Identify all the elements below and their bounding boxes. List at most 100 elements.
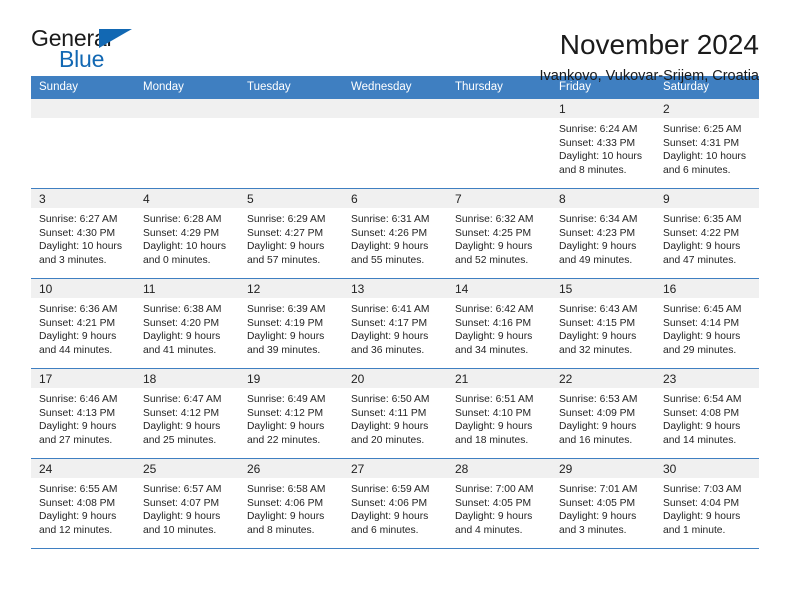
day-number: 26 <box>239 459 343 478</box>
day-sun-info: Sunrise: 6:36 AM Sunset: 4:21 PM Dayligh… <box>39 304 118 356</box>
day-number: 15 <box>551 279 655 298</box>
weekday-thursday: Thursday <box>447 76 551 99</box>
page-title: November 2024 <box>559 29 759 60</box>
day-cell-content: 10 Sunrise: 6:36 AM Sunset: 4:21 PM Dayli… <box>31 279 135 368</box>
calendar-day-cell[interactable]: 8 Sunrise: 6:34 AM Sunset: 4:23 PM Daylig… <box>551 188 655 279</box>
calendar-day-cell[interactable]: 19 Sunrise: 6:49 AM Sunset: 4:12 PM Dayli… <box>239 368 343 459</box>
day-number: 6 <box>343 189 447 208</box>
day-cell-content: 19 Sunrise: 6:49 AM Sunset: 4:12 PM Dayli… <box>239 369 343 458</box>
day-sun-info: Sunrise: 6:45 AM Sunset: 4:14 PM Dayligh… <box>663 304 742 356</box>
day-sun-info: Sunrise: 6:34 AM Sunset: 4:23 PM Dayligh… <box>559 214 638 266</box>
day-sun-info: Sunrise: 6:29 AM Sunset: 4:27 PM Dayligh… <box>247 214 326 266</box>
day-cell-content <box>447 99 551 188</box>
day-number: 18 <box>135 369 239 388</box>
calendar-grid: Sunday Monday Tuesday Wednesday Thursday… <box>31 76 759 549</box>
day-number: 1 <box>551 99 655 118</box>
calendar-day-cell[interactable]: 27 Sunrise: 6:59 AM Sunset: 4:06 PM Dayli… <box>343 458 447 549</box>
calendar-day-cell[interactable]: 22 Sunrise: 6:53 AM Sunset: 4:09 PM Dayli… <box>551 368 655 459</box>
day-sun-info: Sunrise: 6:24 AM Sunset: 4:33 PM Dayligh… <box>559 124 642 176</box>
day-sun-info: Sunrise: 6:55 AM Sunset: 4:08 PM Dayligh… <box>39 484 118 536</box>
calendar-day-cell[interactable]: 18 Sunrise: 6:47 AM Sunset: 4:12 PM Dayli… <box>135 368 239 459</box>
day-cell-content: 17 Sunrise: 6:46 AM Sunset: 4:13 PM Dayli… <box>31 369 135 458</box>
calendar-empty-cell <box>239 99 343 189</box>
day-cell-content <box>135 99 239 188</box>
calendar-day-cell[interactable]: 6 Sunrise: 6:31 AM Sunset: 4:26 PM Daylig… <box>343 188 447 279</box>
calendar-day-cell[interactable]: 1 Sunrise: 6:24 AM Sunset: 4:33 PM Daylig… <box>551 99 655 189</box>
calendar-empty-cell <box>447 99 551 189</box>
day-sun-info: Sunrise: 6:54 AM Sunset: 4:08 PM Dayligh… <box>663 394 742 446</box>
calendar-day-cell[interactable]: 26 Sunrise: 6:58 AM Sunset: 4:06 PM Dayli… <box>239 458 343 549</box>
day-number: 21 <box>447 369 551 388</box>
day-cell-content: 6 Sunrise: 6:31 AM Sunset: 4:26 PM Daylig… <box>343 189 447 278</box>
day-cell-content: 14 Sunrise: 6:42 AM Sunset: 4:16 PM Dayli… <box>447 279 551 368</box>
calendar-day-cell[interactable]: 4 Sunrise: 6:28 AM Sunset: 4:29 PM Daylig… <box>135 188 239 279</box>
calendar-day-cell[interactable]: 12 Sunrise: 6:39 AM Sunset: 4:19 PM Dayli… <box>239 278 343 369</box>
day-cell-content: 8 Sunrise: 6:34 AM Sunset: 4:23 PM Daylig… <box>551 189 655 278</box>
day-number <box>31 99 135 118</box>
calendar-day-cell[interactable]: 15 Sunrise: 6:43 AM Sunset: 4:15 PM Dayli… <box>551 278 655 369</box>
calendar-day-cell[interactable]: 16 Sunrise: 6:45 AM Sunset: 4:14 PM Dayli… <box>655 278 759 369</box>
day-cell-content: 29 Sunrise: 7:01 AM Sunset: 4:05 PM Dayli… <box>551 459 655 548</box>
calendar-week-row: 10 Sunrise: 6:36 AM Sunset: 4:21 PM Dayli… <box>31 278 759 369</box>
day-number: 12 <box>239 279 343 298</box>
calendar-day-cell[interactable]: 9 Sunrise: 6:35 AM Sunset: 4:22 PM Daylig… <box>655 188 759 279</box>
day-cell-content: 3 Sunrise: 6:27 AM Sunset: 4:30 PM Daylig… <box>31 189 135 278</box>
calendar-day-cell[interactable]: 10 Sunrise: 6:36 AM Sunset: 4:21 PM Dayli… <box>31 278 135 369</box>
brand-logo[interactable]: General Blue <box>31 26 143 72</box>
day-sun-info: Sunrise: 6:57 AM Sunset: 4:07 PM Dayligh… <box>143 484 222 536</box>
day-number: 2 <box>655 99 759 118</box>
day-number: 16 <box>655 279 759 298</box>
day-cell-content: 7 Sunrise: 6:32 AM Sunset: 4:25 PM Daylig… <box>447 189 551 278</box>
day-cell-content: 18 Sunrise: 6:47 AM Sunset: 4:12 PM Dayli… <box>135 369 239 458</box>
calendar-day-cell[interactable]: 7 Sunrise: 6:32 AM Sunset: 4:25 PM Daylig… <box>447 188 551 279</box>
day-sun-info: Sunrise: 6:35 AM Sunset: 4:22 PM Dayligh… <box>663 214 742 266</box>
calendar-day-cell[interactable]: 3 Sunrise: 6:27 AM Sunset: 4:30 PM Daylig… <box>31 188 135 279</box>
calendar-day-cell[interactable]: 11 Sunrise: 6:38 AM Sunset: 4:20 PM Dayli… <box>135 278 239 369</box>
calendar-day-cell[interactable]: 24 Sunrise: 6:55 AM Sunset: 4:08 PM Dayli… <box>31 458 135 549</box>
day-number: 25 <box>135 459 239 478</box>
weekday-tuesday: Tuesday <box>239 76 343 99</box>
calendar-day-cell[interactable]: 2 Sunrise: 6:25 AM Sunset: 4:31 PM Daylig… <box>655 99 759 189</box>
calendar-day-cell[interactable]: 23 Sunrise: 6:54 AM Sunset: 4:08 PM Dayli… <box>655 368 759 459</box>
calendar-empty-cell <box>343 99 447 189</box>
day-sun-info: Sunrise: 6:53 AM Sunset: 4:09 PM Dayligh… <box>559 394 638 446</box>
calendar-day-cell[interactable]: 13 Sunrise: 6:41 AM Sunset: 4:17 PM Dayli… <box>343 278 447 369</box>
calendar-day-cell[interactable]: 17 Sunrise: 6:46 AM Sunset: 4:13 PM Dayli… <box>31 368 135 459</box>
day-number: 28 <box>447 459 551 478</box>
day-sun-info: Sunrise: 6:38 AM Sunset: 4:20 PM Dayligh… <box>143 304 222 356</box>
day-number: 22 <box>551 369 655 388</box>
calendar-day-cell[interactable]: 5 Sunrise: 6:29 AM Sunset: 4:27 PM Daylig… <box>239 188 343 279</box>
day-cell-content: 20 Sunrise: 6:50 AM Sunset: 4:11 PM Dayli… <box>343 369 447 458</box>
calendar-week-row: 24 Sunrise: 6:55 AM Sunset: 4:08 PM Dayli… <box>31 458 759 549</box>
calendar-day-cell[interactable]: 30 Sunrise: 7:03 AM Sunset: 4:04 PM Dayli… <box>655 458 759 549</box>
day-number: 29 <box>551 459 655 478</box>
day-number: 23 <box>655 369 759 388</box>
day-cell-content <box>31 99 135 188</box>
page-header: General Blue November 2024 Ivankovo, Vuk… <box>0 0 792 85</box>
day-number <box>239 99 343 118</box>
day-number: 3 <box>31 189 135 208</box>
day-number: 4 <box>135 189 239 208</box>
day-cell-content <box>239 99 343 188</box>
calendar-day-cell[interactable]: 20 Sunrise: 6:50 AM Sunset: 4:11 PM Dayli… <box>343 368 447 459</box>
day-number: 9 <box>655 189 759 208</box>
calendar-body: 1 Sunrise: 6:24 AM Sunset: 4:33 PM Daylig… <box>31 99 759 549</box>
calendar-day-cell[interactable]: 29 Sunrise: 7:01 AM Sunset: 4:05 PM Dayli… <box>551 458 655 549</box>
day-sun-info: Sunrise: 6:58 AM Sunset: 4:06 PM Dayligh… <box>247 484 326 536</box>
day-number <box>135 99 239 118</box>
calendar-day-cell[interactable]: 21 Sunrise: 6:51 AM Sunset: 4:10 PM Dayli… <box>447 368 551 459</box>
day-cell-content: 22 Sunrise: 6:53 AM Sunset: 4:09 PM Dayli… <box>551 369 655 458</box>
title-block: November 2024 Ivankovo, Vukovar-Srijem, … <box>540 26 759 87</box>
calendar-empty-cell <box>31 99 135 189</box>
calendar-day-cell[interactable]: 14 Sunrise: 6:42 AM Sunset: 4:16 PM Dayli… <box>447 278 551 369</box>
day-number: 8 <box>551 189 655 208</box>
day-sun-info: Sunrise: 6:41 AM Sunset: 4:17 PM Dayligh… <box>351 304 430 356</box>
weekday-monday: Monday <box>135 76 239 99</box>
day-number <box>447 99 551 118</box>
calendar-day-cell[interactable]: 28 Sunrise: 7:00 AM Sunset: 4:05 PM Dayli… <box>447 458 551 549</box>
calendar-week-row: 1 Sunrise: 6:24 AM Sunset: 4:33 PM Daylig… <box>31 99 759 189</box>
calendar-day-cell[interactable]: 25 Sunrise: 6:57 AM Sunset: 4:07 PM Dayli… <box>135 458 239 549</box>
day-number: 14 <box>447 279 551 298</box>
day-cell-content: 11 Sunrise: 6:38 AM Sunset: 4:20 PM Dayli… <box>135 279 239 368</box>
day-sun-info <box>343 118 447 123</box>
